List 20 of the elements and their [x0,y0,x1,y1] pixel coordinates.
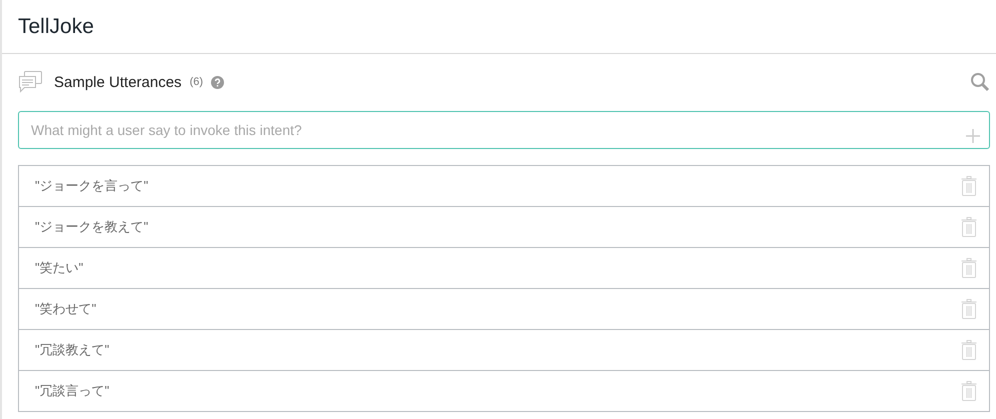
utterance-text: "笑わせて" [35,300,98,318]
trash-icon[interactable] [961,340,977,360]
utterance-text: "冗談言って" [35,382,110,400]
help-icon[interactable] [211,76,224,88]
trash-icon[interactable] [961,176,977,196]
utterance-text: "ジョークを教えて" [35,218,150,236]
section-title: Sample Utterances [54,74,182,90]
search-icon[interactable] [970,72,990,92]
trash-icon[interactable] [961,217,977,237]
trash-icon[interactable] [961,299,977,319]
utterance-text: "ジョークを言って" [35,177,150,195]
plus-icon[interactable] [966,129,980,143]
trash-icon[interactable] [961,258,977,278]
speech-bubbles-icon [18,71,42,93]
utterance-input-field[interactable]: What might a user say to invoke this intent? [18,111,990,149]
utterance-text: "笑たい" [35,259,84,277]
utterance-text: "冗談教えて" [35,341,110,359]
intent-title: TellJoke [18,14,94,38]
utterance-count: (6) [190,76,204,88]
trash-icon[interactable] [961,381,977,401]
